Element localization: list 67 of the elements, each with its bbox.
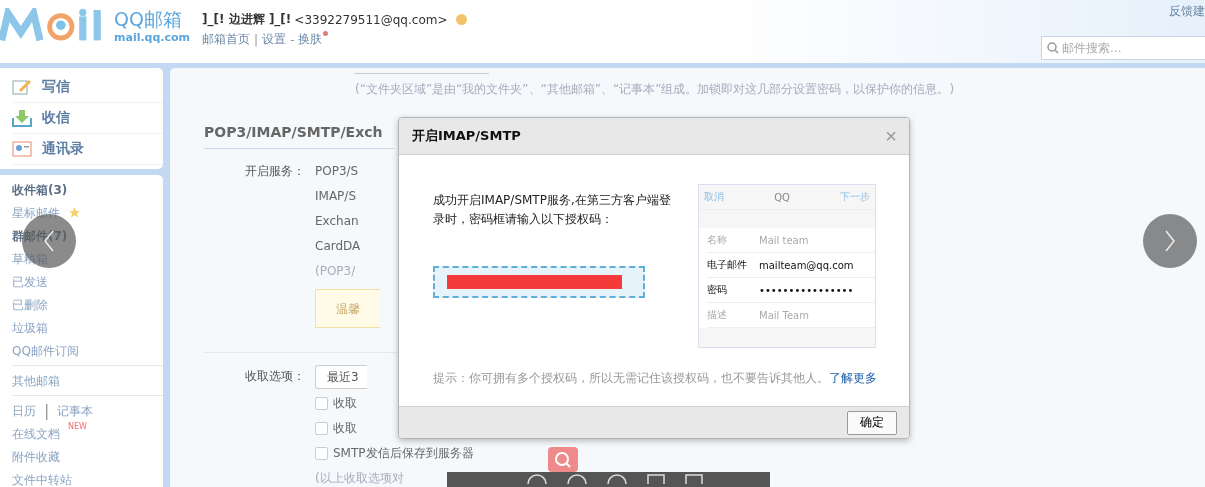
sidebar-action[interactable]: 收信 xyxy=(12,103,163,134)
user-name: ]_[! 边进辉 ]_[! xyxy=(202,11,292,28)
learn-more-link[interactable]: 了解更多 xyxy=(829,371,877,385)
pencil-icon xyxy=(12,78,32,96)
search-icon xyxy=(1047,42,1059,54)
service-name: CardDA xyxy=(315,239,362,253)
preview-label: 描述 xyxy=(707,308,728,322)
home-link[interactable]: 邮箱首页 xyxy=(202,31,251,48)
folder-link[interactable]: 日历 xyxy=(12,402,36,419)
service-note: (POP3/ xyxy=(315,264,357,278)
folder-link[interactable]: 已删除 xyxy=(12,296,48,313)
logo-title: QQ邮箱 xyxy=(114,9,183,29)
link-separator: - xyxy=(290,32,295,47)
sidebar-action[interactable]: 写信 xyxy=(12,72,163,103)
preview-value: Mail team xyxy=(759,234,809,246)
dialog-title: 开启IMAP/SMTP xyxy=(412,127,521,145)
service-name: Exchan xyxy=(315,214,360,228)
logo-domain: mail.qq.com xyxy=(114,31,191,43)
form-label: 收取选项： xyxy=(244,369,305,385)
folder-link[interactable]: 在线文档 xyxy=(12,425,60,442)
preview-next: 下一步 xyxy=(840,190,870,204)
link-separator: | xyxy=(44,401,50,420)
folder-link[interactable]: 附件收藏 xyxy=(12,448,60,465)
sidebar-action[interactable]: 通讯录 xyxy=(12,134,163,165)
search-icon xyxy=(554,450,572,469)
preview-label: 电子邮件 xyxy=(707,258,748,272)
notification-dot xyxy=(323,31,329,36)
option-checkbox[interactable]: 收取 xyxy=(315,421,474,435)
preview-label: 名称 xyxy=(707,233,728,247)
folder-link[interactable]: 记事本 xyxy=(57,402,94,419)
zoom-button[interactable] xyxy=(548,447,578,472)
dialog-message: 成功开启IMAP/SMTP服务,在第三方客户端登录时，密码框请输入以下授权码： xyxy=(433,192,672,228)
contact-card-icon xyxy=(12,140,32,158)
preview-value: •••••••••••••••• xyxy=(759,284,854,296)
chevron-right-icon xyxy=(1164,230,1176,252)
preview-cancel: 取消 xyxy=(704,190,724,204)
service-name: POP3/S xyxy=(315,164,360,178)
preview-value: Mail Team xyxy=(759,309,809,321)
download-icon xyxy=(12,109,32,127)
search-field[interactable]: 邮件搜索... xyxy=(1041,36,1205,60)
folder-link[interactable]: 其他邮箱 xyxy=(12,372,60,389)
footnote: (以上收取选项对 xyxy=(315,471,405,485)
folder-link[interactable]: 收件箱(3) xyxy=(12,181,68,198)
feedback-link[interactable]: 反馈建 xyxy=(1169,3,1205,20)
service-name: IMAP/S xyxy=(315,189,357,203)
folder-link[interactable]: 已发送 xyxy=(12,273,48,290)
folder-link[interactable]: 文件中转站 xyxy=(12,471,72,487)
ok-button[interactable]: 确定 xyxy=(847,410,897,435)
user-email: <3392279511@qq.com> xyxy=(294,12,448,27)
option-checkbox[interactable]: 收取 xyxy=(315,396,474,410)
link-separator: | xyxy=(254,32,259,47)
form-label: 开启服务： xyxy=(244,164,305,180)
skin-link[interactable]: 换肤 xyxy=(298,31,323,48)
preview-title: QQ xyxy=(774,191,790,203)
folder-lock-note: (“文件夹区域”是由“我的文件夹”、“其他邮箱”、“记事本”组成。加锁即对这几部分设置密码，以保护你的信息。) xyxy=(355,82,956,96)
fetch-select[interactable]: 最近3 xyxy=(315,365,367,389)
folder-link[interactable]: 垃圾箱 xyxy=(12,319,48,336)
folder-link[interactable]: QQ邮件订阅 xyxy=(12,342,79,359)
section-title: POP3/IMAP/SMTP/Exch xyxy=(204,124,394,149)
hint-text: 提示：你可拥有多个授权码，所以无需记住该授权码，也不要告诉其他人。 xyxy=(433,371,829,385)
new-label: NEW xyxy=(68,422,87,431)
preview-label: 密码 xyxy=(707,283,728,297)
tip-box: 温馨 xyxy=(315,289,380,328)
option-checkbox[interactable]: SMTP发信后保存到服务器 xyxy=(315,446,474,460)
preview-value: mailteam@qq.com xyxy=(759,259,854,271)
settings-link[interactable]: 设置 xyxy=(262,31,287,48)
close-button[interactable]: × xyxy=(885,126,897,146)
